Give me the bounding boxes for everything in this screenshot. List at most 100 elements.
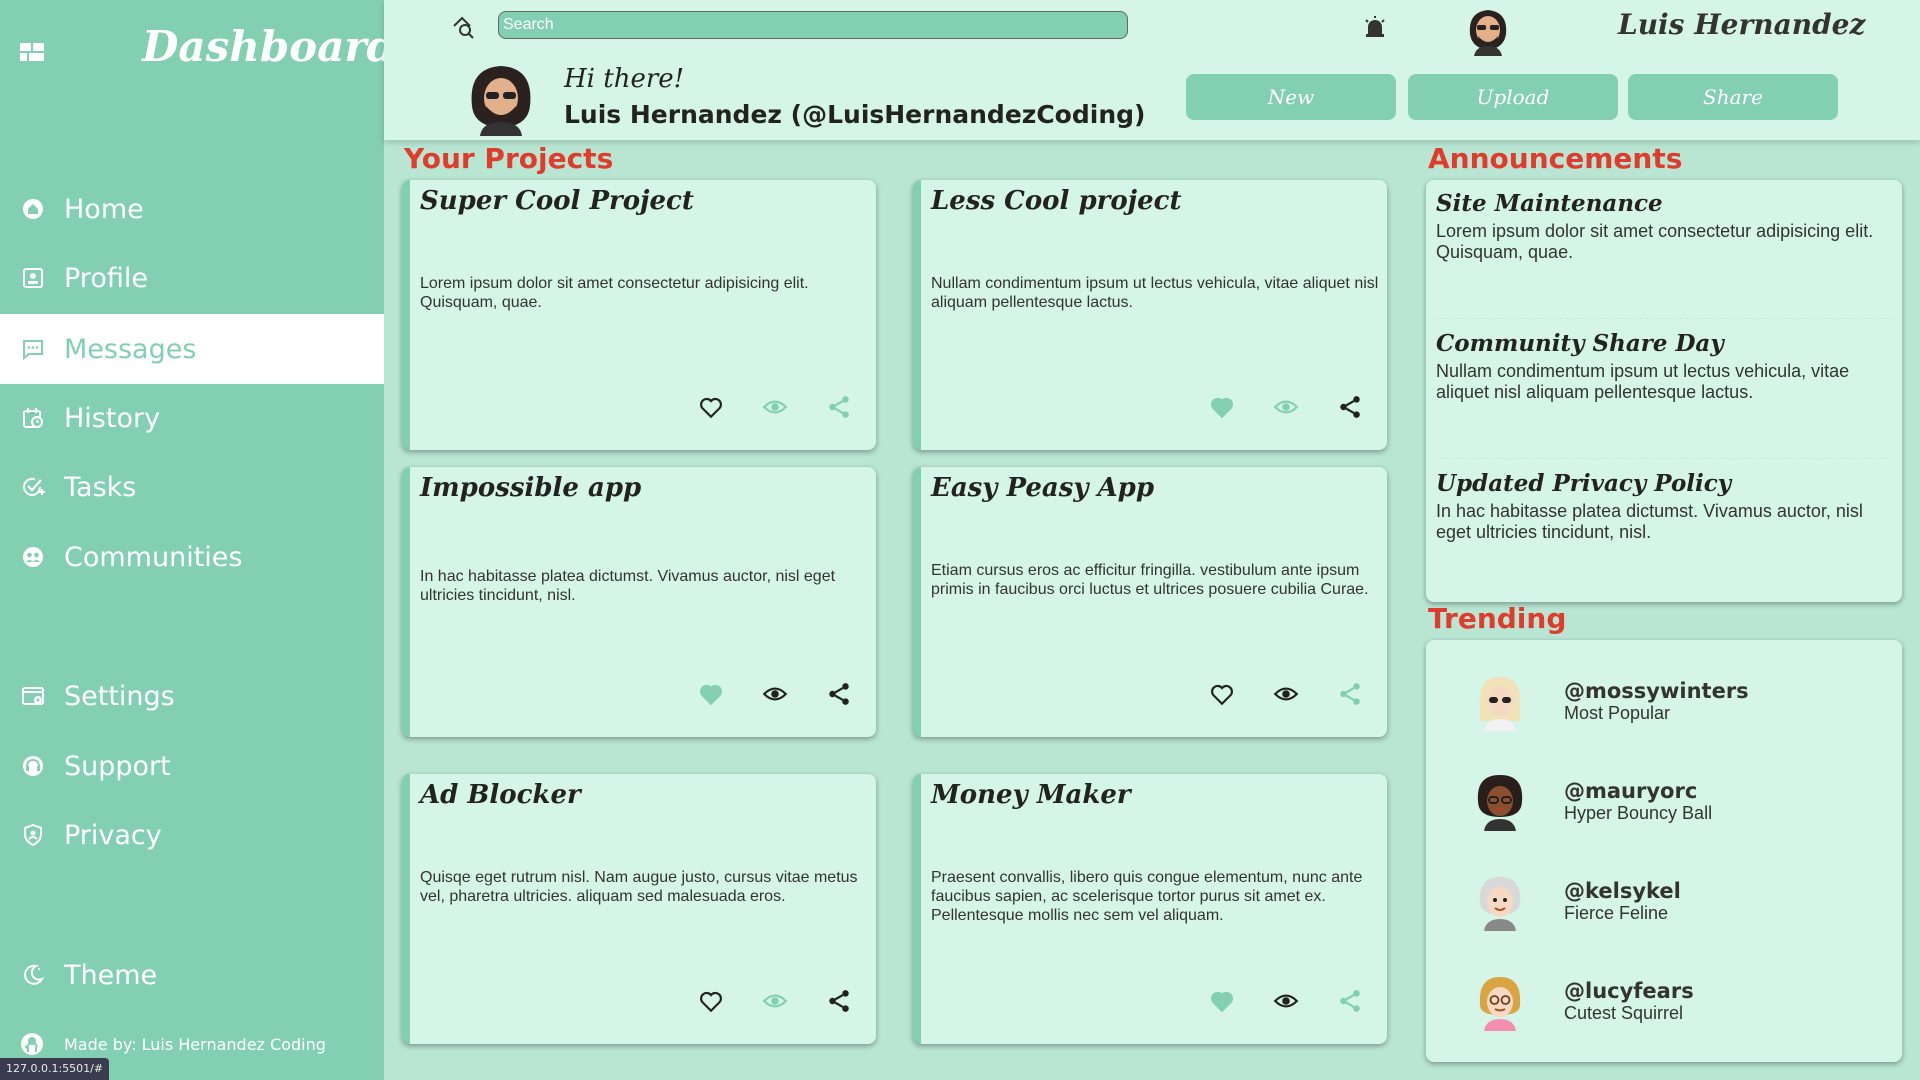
project-actions [1209, 394, 1363, 420]
watch-icon[interactable] [1273, 988, 1299, 1014]
header-user-name[interactable]: Luis Hernandez [1618, 8, 1865, 41]
nav-item-messages[interactable]: Messages [0, 314, 384, 384]
home-icon [20, 196, 46, 222]
project-card: Ad Blocker Quisqe eget rutrum nisl. Nam … [402, 774, 876, 1044]
share-icon[interactable] [1337, 394, 1363, 420]
greeting: Hi there! [564, 64, 685, 94]
trending-user[interactable]: @kelsykel Fierce Feline [1470, 866, 1681, 936]
support-icon [20, 753, 46, 779]
nav-item-profile[interactable]: Profile [0, 243, 384, 313]
announcement-divider [1436, 318, 1892, 319]
nav-item-history[interactable]: History [0, 383, 384, 453]
nav-label-communities: Communities [64, 541, 243, 573]
search-input[interactable] [498, 11, 1128, 39]
share-icon[interactable] [826, 681, 852, 707]
project-description: In hac habitasse platea dictumst. Vivamu… [420, 568, 836, 604]
status-url: 127.0.0.1:5501/# [0, 1058, 110, 1080]
nav-item-privacy[interactable]: Privacy [0, 800, 384, 870]
announcement-item[interactable]: Updated Privacy Policy In hac habitasse … [1436, 470, 1892, 543]
dashboard-title: Dashboard [142, 22, 396, 71]
share-icon[interactable] [1337, 681, 1363, 707]
share-icon[interactable] [826, 988, 852, 1014]
share-button[interactable]: Share [1628, 74, 1838, 120]
announcement-text: Lorem ipsum dolor sit amet consectetur a… [1436, 221, 1874, 262]
avatar [1470, 871, 1530, 931]
trending-subtitle: Cutest Squirrel [1564, 1002, 1684, 1023]
watch-icon[interactable] [762, 394, 788, 420]
nav-item-support[interactable]: Support [0, 731, 384, 801]
communities-icon [20, 544, 46, 570]
trending-handle: @mauryorc [1564, 778, 1698, 803]
trending-handle: @mossywinters [1564, 678, 1749, 703]
project-title: Ad Blocker [420, 780, 581, 810]
project-description: Etiam cursus eros ac efficitur fringilla… [931, 562, 1369, 598]
nav-label-profile: Profile [64, 262, 148, 294]
heart-icon[interactable] [1209, 681, 1235, 707]
user-avatar-small[interactable] [1462, 4, 1514, 56]
project-card: Easy Peasy App Etiam cursus eros ac effi… [913, 467, 1387, 737]
announcement-title: Site Maintenance [1436, 190, 1663, 217]
footer-credit[interactable]: Made by: Luis Hernandez Coding [20, 1032, 326, 1056]
nav-item-settings[interactable]: Settings [0, 661, 384, 731]
nav-item-home[interactable]: Home [0, 174, 384, 244]
watch-icon[interactable] [1273, 681, 1299, 707]
project-title: Super Cool Project [420, 186, 694, 216]
project-description: Nullam condimentum ipsum ut lectus vehic… [931, 275, 1379, 311]
heart-icon[interactable] [698, 394, 724, 420]
project-title: Money Maker [931, 780, 1131, 810]
avatar [1470, 771, 1530, 831]
announcement-text: In hac habitasse platea dictumst. Vivamu… [1436, 501, 1863, 542]
heart-icon[interactable] [698, 988, 724, 1014]
nav-item-theme[interactable]: Theme [0, 940, 384, 1010]
new-button[interactable]: New [1186, 74, 1396, 120]
watch-icon[interactable] [762, 988, 788, 1014]
trending-section-title: Trending [1428, 602, 1567, 635]
alarm-bell-icon[interactable] [1362, 14, 1388, 40]
announcement-item[interactable]: Site Maintenance Lorem ipsum dolor sit a… [1436, 190, 1892, 263]
project-card: Money Maker Praesent convallis, libero q… [913, 774, 1387, 1044]
nav-label-tasks: Tasks [64, 471, 137, 503]
trending-panel: @mossywinters Most Popular @mauryorc Hyp… [1426, 640, 1902, 1062]
share-icon[interactable] [826, 394, 852, 420]
settings-icon [20, 683, 46, 709]
watch-icon[interactable] [1273, 394, 1299, 420]
nav-label-privacy: Privacy [64, 819, 162, 851]
nav-label-home: Home [64, 193, 144, 225]
trending-user[interactable]: @lucyfears Cutest Squirrel [1470, 966, 1694, 1036]
announcement-title: Community Share Day [1436, 330, 1724, 357]
trending-user[interactable]: @mossywinters Most Popular [1470, 666, 1749, 736]
share-icon[interactable] [1337, 988, 1363, 1014]
announcement-item[interactable]: Community Share Day Nullam condimentum i… [1436, 330, 1892, 403]
announcement-title: Updated Privacy Policy [1436, 470, 1732, 497]
user-handle: Luis Hernandez (@LuisHernandezCoding) [564, 100, 1146, 129]
nav-label-settings: Settings [64, 680, 175, 712]
trending-handle: @lucyfears [1564, 978, 1694, 1003]
privacy-icon [20, 822, 46, 848]
watch-icon[interactable] [762, 681, 788, 707]
project-card: Impossible app In hac habitasse platea d… [402, 467, 876, 737]
trending-subtitle: Hyper Bouncy Ball [1564, 802, 1713, 823]
announcements-section-title: Announcements [1428, 142, 1683, 175]
heart-icon[interactable] [1209, 988, 1235, 1014]
projects-section-title: Your Projects [404, 142, 614, 175]
project-actions [698, 681, 852, 707]
project-title: Less Cool project [931, 186, 1182, 216]
nav-item-communities[interactable]: Communities [0, 522, 384, 592]
nav-item-tasks[interactable]: Tasks [0, 452, 384, 522]
trending-subtitle: Most Popular [1564, 702, 1671, 723]
header: Luis Hernandez Hi there! Luis Hernandez … [384, 0, 1920, 140]
project-description: Praesent convallis, libero quis congue e… [931, 869, 1363, 924]
avatar [1470, 971, 1530, 1031]
dashboard-grid-icon[interactable] [20, 43, 44, 61]
nav-label-history: History [64, 402, 161, 434]
heart-icon[interactable] [698, 681, 724, 707]
search-icon[interactable] [450, 14, 476, 40]
sidebar: Dashboard Home Profile Messages History … [0, 0, 396, 1080]
trending-user[interactable]: @mauryorc Hyper Bouncy Ball [1470, 766, 1712, 836]
project-description: Lorem ipsum dolor sit amet consectetur a… [420, 275, 809, 311]
upload-button[interactable]: Upload [1408, 74, 1618, 120]
heart-icon[interactable] [1209, 394, 1235, 420]
moon-icon [20, 962, 46, 988]
github-icon [21, 1033, 43, 1055]
brand: Dashboard [0, 0, 396, 104]
